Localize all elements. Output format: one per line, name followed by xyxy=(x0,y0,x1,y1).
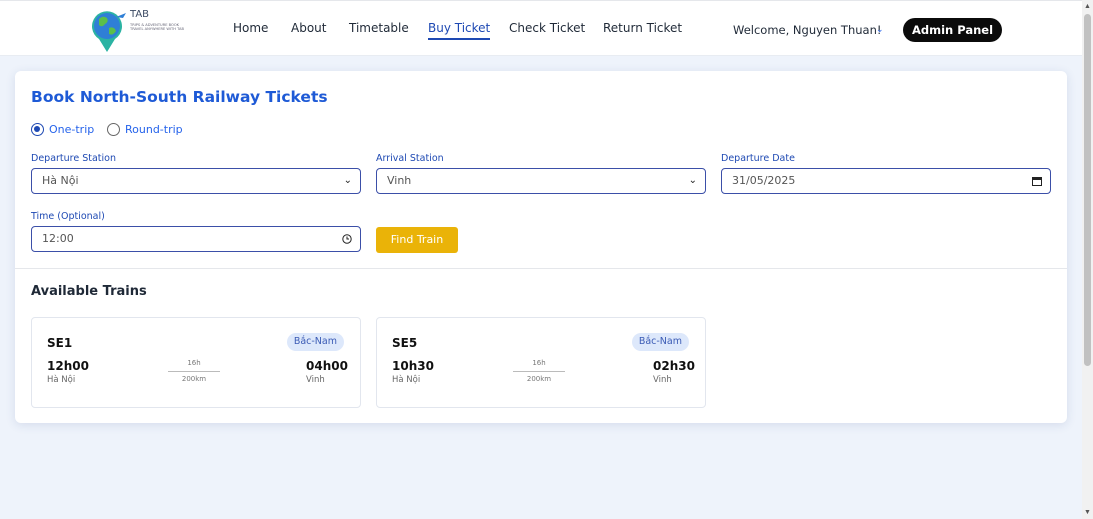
chevron-down-icon: ⌄ xyxy=(688,175,697,186)
calendar-icon[interactable] xyxy=(1032,169,1042,196)
one-trip-radio[interactable] xyxy=(31,123,44,136)
departure-date-value: 31/05/2025 xyxy=(732,174,796,187)
train-code: SE1 xyxy=(47,336,73,350)
one-trip-option[interactable]: One-trip xyxy=(31,123,94,136)
departure-time: 10h30 xyxy=(392,359,434,373)
departure-station: Hà Nội xyxy=(47,375,76,385)
one-trip-label: One-trip xyxy=(49,123,95,136)
page-scrollbar[interactable]: ▲ ▼ xyxy=(1082,0,1093,519)
departure-station-value: Hà Nội xyxy=(42,174,79,187)
scroll-down-arrow-icon[interactable]: ▼ xyxy=(1084,509,1091,516)
chevron-down-icon[interactable]: ⌄ xyxy=(876,24,884,35)
nav-timetable[interactable]: Timetable xyxy=(349,21,409,35)
departure-date-label: Departure Date xyxy=(721,153,795,164)
scroll-thumb[interactable] xyxy=(1084,14,1091,366)
arrival-station: Vinh xyxy=(306,375,325,385)
logo-tagline: TRIPS & ADVENTURE BOOK TRAVEL ANYWHERE W… xyxy=(130,23,184,32)
trip-distance: 200km xyxy=(526,375,552,383)
top-navbar: TAB TRIPS & ADVENTURE BOOK TRAVEL ANYWHE… xyxy=(0,0,1082,56)
route-badge: Bắc-Nam xyxy=(286,333,344,351)
departure-station-select[interactable]: Hà Nội ⌄ xyxy=(31,168,361,194)
logo-text: TAB xyxy=(130,9,150,20)
nav-check-ticket[interactable]: Check Ticket xyxy=(509,21,585,35)
find-train-button[interactable]: Find Train xyxy=(376,227,458,253)
nav-buy-ticket[interactable]: Buy Ticket xyxy=(428,21,491,40)
chevron-down-icon: ⌄ xyxy=(343,175,352,186)
trip-duration: 16h xyxy=(187,359,201,367)
arrival-time: 04h00 xyxy=(306,359,348,373)
arrival-station-value: Vinh xyxy=(387,174,412,187)
time-label: Time (Optional) xyxy=(31,211,105,222)
duration-line xyxy=(168,371,220,372)
arrival-station-select[interactable]: Vinh ⌄ xyxy=(376,168,706,194)
user-welcome[interactable]: Welcome, Nguyen Thuan! xyxy=(733,23,881,37)
trip-distance: 200km xyxy=(181,375,207,383)
nav-about[interactable]: About xyxy=(291,21,326,35)
round-trip-option[interactable]: Round-trip xyxy=(107,123,183,136)
duration-line xyxy=(513,371,565,372)
booking-card: Book North-South Railway Tickets One-tri… xyxy=(15,71,1067,423)
scroll-up-arrow-icon[interactable]: ▲ xyxy=(1084,3,1091,10)
page-title: Book North-South Railway Tickets xyxy=(31,88,328,106)
trip-duration: 16h xyxy=(532,359,546,367)
arrival-station: Vinh xyxy=(653,375,672,385)
nav-home[interactable]: Home xyxy=(233,21,268,35)
departure-station-label: Departure Station xyxy=(31,153,116,164)
clock-icon[interactable] xyxy=(342,227,352,254)
arrival-time: 02h30 xyxy=(653,359,695,373)
round-trip-label: Round-trip xyxy=(125,123,183,136)
section-divider xyxy=(15,268,1067,269)
arrival-station-label: Arrival Station xyxy=(376,153,444,164)
globe-pin-icon xyxy=(92,11,126,52)
train-code: SE5 xyxy=(392,336,418,350)
departure-time: 12h00 xyxy=(47,359,89,373)
time-value: 12:00 xyxy=(42,232,74,245)
tab-logo[interactable]: TAB TRIPS & ADVENTURE BOOK TRAVEL ANYWHE… xyxy=(90,9,190,53)
time-input[interactable]: 12:00 xyxy=(31,226,361,252)
train-card[interactable]: SE1 Bắc-Nam 12h00 Hà Nội 16h 200km 04h00… xyxy=(31,317,361,408)
round-trip-radio[interactable] xyxy=(107,123,120,136)
train-card[interactable]: SE5 Bắc-Nam 10h30 Hà Nội 16h 200km 02h30… xyxy=(376,317,706,408)
nav-return-ticket[interactable]: Return Ticket xyxy=(603,21,682,35)
route-badge: Bắc-Nam xyxy=(631,333,689,351)
available-trains-title: Available Trains xyxy=(31,284,147,299)
departure-date-input[interactable]: 31/05/2025 xyxy=(721,168,1051,194)
departure-station: Hà Nội xyxy=(392,375,421,385)
admin-panel-button[interactable]: Admin Panel xyxy=(903,18,1002,42)
